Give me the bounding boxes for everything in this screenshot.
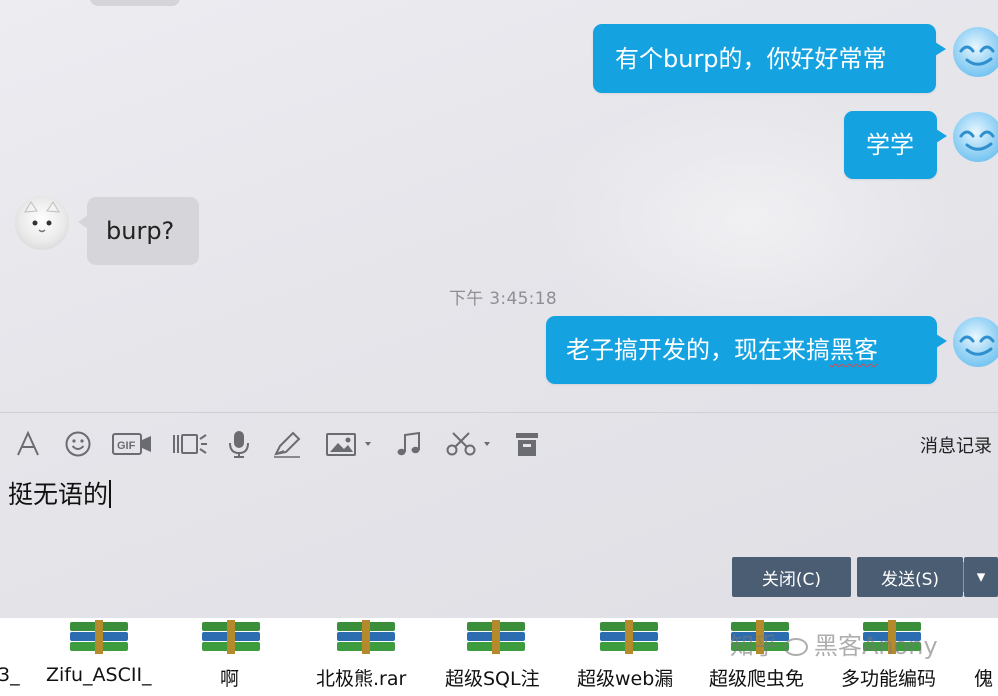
spellcheck-flagged-text: 黑客 — [830, 336, 878, 364]
message-timestamp: 下午 3:45:18 — [449, 289, 557, 309]
gif-icon: GIF — [112, 433, 151, 455]
cartoon-face-icon — [959, 130, 995, 151]
message-input[interactable]: 挺无语的 — [8, 475, 988, 545]
message-text: 学学 — [866, 131, 914, 159]
partial-message-bubble — [90, 0, 180, 6]
self-avatar[interactable] — [953, 27, 998, 77]
font-icon — [17, 430, 39, 456]
svg-text:GIF: GIF — [117, 440, 136, 452]
file-label: 超级SQL注 — [445, 668, 540, 690]
music-button[interactable] — [394, 422, 424, 466]
close-button[interactable]: 关闭(C) — [732, 557, 851, 597]
input-text: 挺无语的 — [8, 480, 109, 509]
message-text: 有个burp的，你好好常常 — [615, 44, 887, 73]
peer-avatar[interactable] — [15, 196, 69, 250]
white-cat-icon — [24, 201, 60, 233]
music-note-icon — [397, 431, 420, 456]
recall-button[interactable] — [512, 422, 542, 466]
chevron-down-icon: ▾ — [976, 567, 986, 587]
handwriting-button[interactable] — [271, 422, 303, 466]
rar-archive-icon — [333, 620, 399, 656]
video-icon — [173, 434, 207, 454]
image-icon — [326, 433, 371, 456]
file-label: Zifu_ASCII_ — [46, 664, 152, 686]
trash-icon — [516, 433, 538, 456]
message-text: burp? — [106, 217, 175, 245]
input-toolbar: GIF 消息记录 — [0, 422, 998, 466]
screenshot-button[interactable] — [444, 422, 496, 466]
desktop-file-strip: 3_ Zifu_ASCII_ 啊 北极熊.rar 超级SQL注 超级web漏 超… — [0, 618, 998, 696]
message-area[interactable]: 有个burp的，你好好常常 学学 burp? 下午 3:45:18 老子搞开发的… — [0, 0, 998, 412]
chat-window: 有个burp的，你好好常常 学学 burp? 下午 3:45:18 老子搞开发的… — [0, 0, 998, 618]
scissors-icon — [446, 432, 490, 456]
outgoing-message[interactable]: 学学 — [844, 111, 947, 179]
pen-icon — [274, 431, 301, 458]
microphone-icon — [229, 431, 249, 458]
cartoon-face-icon — [959, 335, 995, 356]
file-label: 傀 — [974, 668, 994, 690]
rar-archive-icon — [463, 620, 529, 656]
send-options-dropdown[interactable]: ▾ — [964, 557, 998, 597]
video-call-button[interactable] — [170, 422, 210, 466]
file-label: 北极熊.rar — [316, 668, 407, 690]
text-caret — [109, 480, 112, 508]
file-label: 3_ — [0, 664, 20, 686]
cartoon-face-icon — [959, 45, 995, 66]
incoming-message[interactable]: burp? — [78, 197, 199, 265]
message-text: 老子搞开发的，现在来搞 — [566, 336, 830, 364]
file-label: 超级web漏 — [577, 668, 674, 690]
file-label: 啊 — [220, 668, 240, 690]
self-avatar[interactable] — [953, 317, 998, 367]
file-label: 超级爬虫免 — [709, 668, 805, 690]
file-label: 多功能编码 — [841, 668, 937, 690]
send-button[interactable]: 发送(S) — [857, 557, 963, 597]
rar-archive-icon — [198, 620, 264, 656]
rar-archive-icon — [859, 620, 925, 656]
font-button[interactable] — [12, 422, 44, 466]
voice-button[interactable] — [225, 422, 253, 466]
emoji-icon — [65, 431, 91, 457]
message-history-link[interactable]: 消息记录 — [920, 432, 992, 458]
outgoing-message[interactable]: 有个burp的，你好好常常 — [593, 24, 946, 93]
rar-archive-icon — [596, 620, 662, 656]
toolbar-divider — [0, 412, 998, 413]
gif-button[interactable]: GIF — [110, 422, 154, 466]
rar-archive-icon — [727, 620, 793, 656]
emoji-button[interactable] — [62, 422, 94, 466]
image-button[interactable] — [323, 422, 375, 466]
rar-archive-icon — [66, 620, 132, 656]
outgoing-message[interactable]: 老子搞开发的，现在来搞 黑客 — [546, 316, 947, 384]
self-avatar[interactable] — [953, 112, 998, 162]
